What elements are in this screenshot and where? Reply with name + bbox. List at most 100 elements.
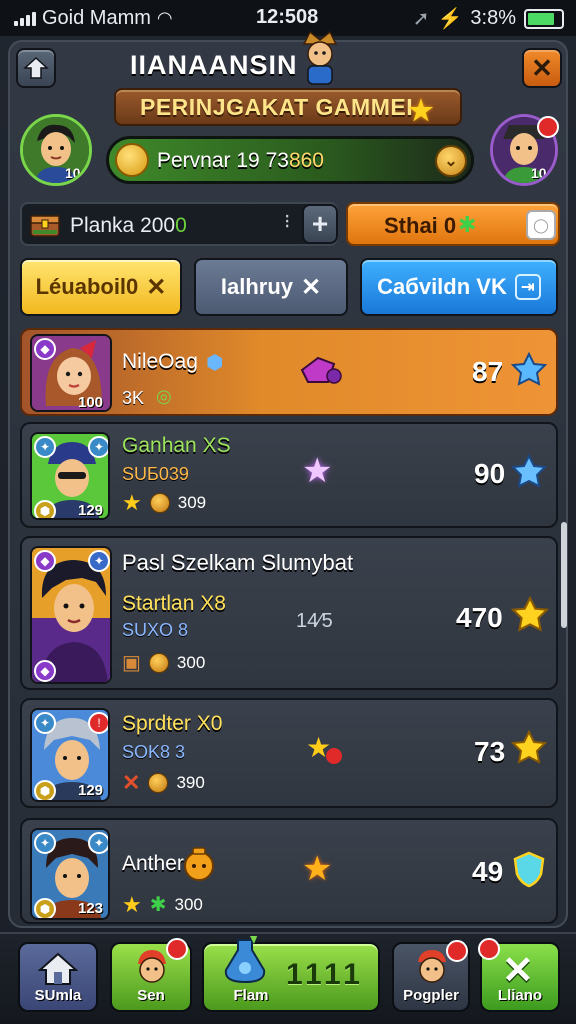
row-sub: SOK8 3 xyxy=(122,742,186,762)
gem-icon: ◆ xyxy=(34,660,56,682)
back-button[interactable] xyxy=(16,48,56,88)
coin-icon xyxy=(148,773,169,793)
row-meta: ✕ 390 xyxy=(122,770,205,796)
add-button[interactable]: + xyxy=(302,204,338,244)
gold-badge-icon: ⬢ xyxy=(34,898,56,918)
row-meta: ★ ✱ 300 xyxy=(122,892,203,917)
plank-value: 200 xyxy=(140,214,176,237)
gem-icon: ◆ xyxy=(34,338,56,360)
hero-portrait: ✦ ✦ ⬢ 129 xyxy=(30,432,110,520)
chat-bubble-icon[interactable]: ◯ xyxy=(526,210,556,240)
tab-search[interactable]: Caбvildn VK ⇥ xyxy=(360,258,558,316)
scrollbar[interactable] xyxy=(561,522,567,628)
plank-field[interactable]: Planka 2000 ⁝ xyxy=(20,202,338,246)
shield-icon: ⬢ xyxy=(206,352,224,374)
row-sub: SUБ039 xyxy=(122,464,189,484)
row-sub: SUXO 8 xyxy=(122,620,189,640)
chest-icon: ▣ xyxy=(122,652,141,674)
row-name: Ganhan XS xyxy=(122,434,231,457)
player-value-b: 73 xyxy=(265,149,289,172)
plank-text: Planka 2000 xyxy=(70,214,187,238)
alert-icon: ! xyxy=(88,712,108,734)
hero-level: 129 xyxy=(78,502,104,519)
home-arrow-icon xyxy=(23,56,49,79)
shield-badge-icon xyxy=(513,851,545,888)
tab-leaderboard[interactable]: Léuaboil0 ✕ xyxy=(20,258,182,316)
row-meta-value: 300 xyxy=(176,652,206,672)
player-level: 10 xyxy=(65,165,81,181)
potion-icon xyxy=(300,356,342,384)
nav-close-button[interactable]: ✕ Lliano xyxy=(478,938,560,1012)
gold-badge-icon xyxy=(510,596,550,632)
nav-home-button[interactable]: SUmla xyxy=(18,942,98,1012)
dropdown-chevron-icon[interactable]: ⌄ xyxy=(435,145,467,177)
banner-text: PERINJGAKAT GAMMEI xyxy=(140,93,414,120)
close-button[interactable]: ✕ xyxy=(522,48,562,88)
gem-icon: ✦ xyxy=(88,436,108,458)
row-title: Pasl Szelkam Slumybat xyxy=(122,550,354,575)
nav-popular-button[interactable]: Pogpler xyxy=(392,940,470,1012)
plus-icon: + xyxy=(311,208,329,239)
gold-badge-icon xyxy=(510,730,548,764)
chest-icon xyxy=(30,215,60,237)
stash-button[interactable]: Sthai 0 ✱ ◯ xyxy=(346,202,560,246)
bottom-nav: SUmla Sen 1111 Flam Pogpler ✕ Lliano xyxy=(0,932,576,1024)
row-name: NileOag xyxy=(122,350,198,373)
gem-icon: ✦ xyxy=(88,832,108,854)
notification-badge xyxy=(446,940,468,962)
row-score: 90 xyxy=(474,458,506,489)
signal-icon xyxy=(14,10,36,26)
row-meta-value: 300 xyxy=(174,894,203,914)
gem-icon: ✱ xyxy=(149,894,167,916)
row-meta-value: 309 xyxy=(177,493,207,512)
nav-team-button[interactable]: 1111 Flam xyxy=(202,936,380,1012)
row-name: Anther xyxy=(122,852,184,875)
opponent-level: 10 xyxy=(531,165,547,181)
battery-icon xyxy=(524,8,564,29)
row-meta: ▣ 300 xyxy=(122,650,205,675)
nav-label: Sen xyxy=(137,987,165,1004)
battery-percent: 3:8% xyxy=(470,7,516,29)
leaderboard-row[interactable]: ✦ ! ⬢ 129 Sprdter X0 SOK8 3 ✕ 390 ★ 73 xyxy=(20,698,558,808)
hero-level: 123 xyxy=(78,900,104,917)
hero-portrait: ◆ ✦ ◆ xyxy=(30,546,112,684)
wifi-icon: ◠ xyxy=(156,7,173,28)
green-star-icon: ✱ xyxy=(458,212,477,237)
export-icon: ⇥ xyxy=(514,274,541,300)
blue-badge-icon xyxy=(510,352,548,386)
leaderboard-row[interactable]: ◆ 100 NileOag ⬢ 3K ◎ 87 xyxy=(20,328,558,416)
row-score: 470 xyxy=(456,602,503,633)
gem-icon: ✦ xyxy=(34,832,56,854)
notification-badge xyxy=(166,938,188,960)
row-score: 87 xyxy=(472,356,504,387)
tab-library[interactable]: Ialhruy ✕ xyxy=(194,258,348,316)
hero-portrait: ✦ ✦ ⬢ 123 xyxy=(30,828,110,920)
close-tab-icon: ✕ xyxy=(301,273,322,301)
star-icon: ★ xyxy=(302,850,333,888)
player-value-a: 19 xyxy=(236,149,260,172)
swords-icon: ✕ xyxy=(122,770,141,795)
leaderboard-row[interactable]: Pasl Szelkam Slumybat ◆ ✦ ◆ Startlan X8 … xyxy=(20,536,558,690)
game-screen: Goid Mamm ◠ 12:508 ➚ ⚡ 3:8% IIANAANSIN ✕… xyxy=(0,0,576,1024)
player-avatar[interactable]: 10 xyxy=(20,114,92,186)
gem-icon: ◆ xyxy=(34,550,56,572)
player-label: Pervnar xyxy=(157,149,231,172)
leaderboard-row[interactable]: ✦ ✦ ⬢ 129 Ganhan XS SUБ039 ★ 309 ★ 90 xyxy=(20,422,558,528)
nav-label: Pogpler xyxy=(403,987,459,1004)
player-info: Pervnar 19 73860 xyxy=(157,149,324,173)
page-title: IIANAANSIN xyxy=(130,50,298,80)
status-bar: Goid Mamm ◠ 12:508 ➚ ⚡ 3:8% xyxy=(0,0,576,36)
potion-flask-icon xyxy=(224,936,266,984)
home-icon xyxy=(38,952,78,985)
row-score: 73 xyxy=(474,736,506,767)
more-icon[interactable]: ⁝ xyxy=(284,212,290,232)
nav-sen-button[interactable]: Sen xyxy=(110,938,192,1012)
carrier-name: Goid Mamm xyxy=(42,6,151,29)
tab-label: Caбvildn VK xyxy=(377,274,507,299)
close-icon: ✕ xyxy=(502,950,534,992)
close-tab-icon: ✕ xyxy=(146,273,167,301)
red-dot-icon xyxy=(326,748,342,764)
charging-icon: ⚡ xyxy=(437,8,463,30)
notification-badge xyxy=(478,938,500,960)
leaderboard-row[interactable]: ✦ ✦ ⬢ 123 Anther ★ ✱ 300 ★ 49 xyxy=(20,818,558,924)
